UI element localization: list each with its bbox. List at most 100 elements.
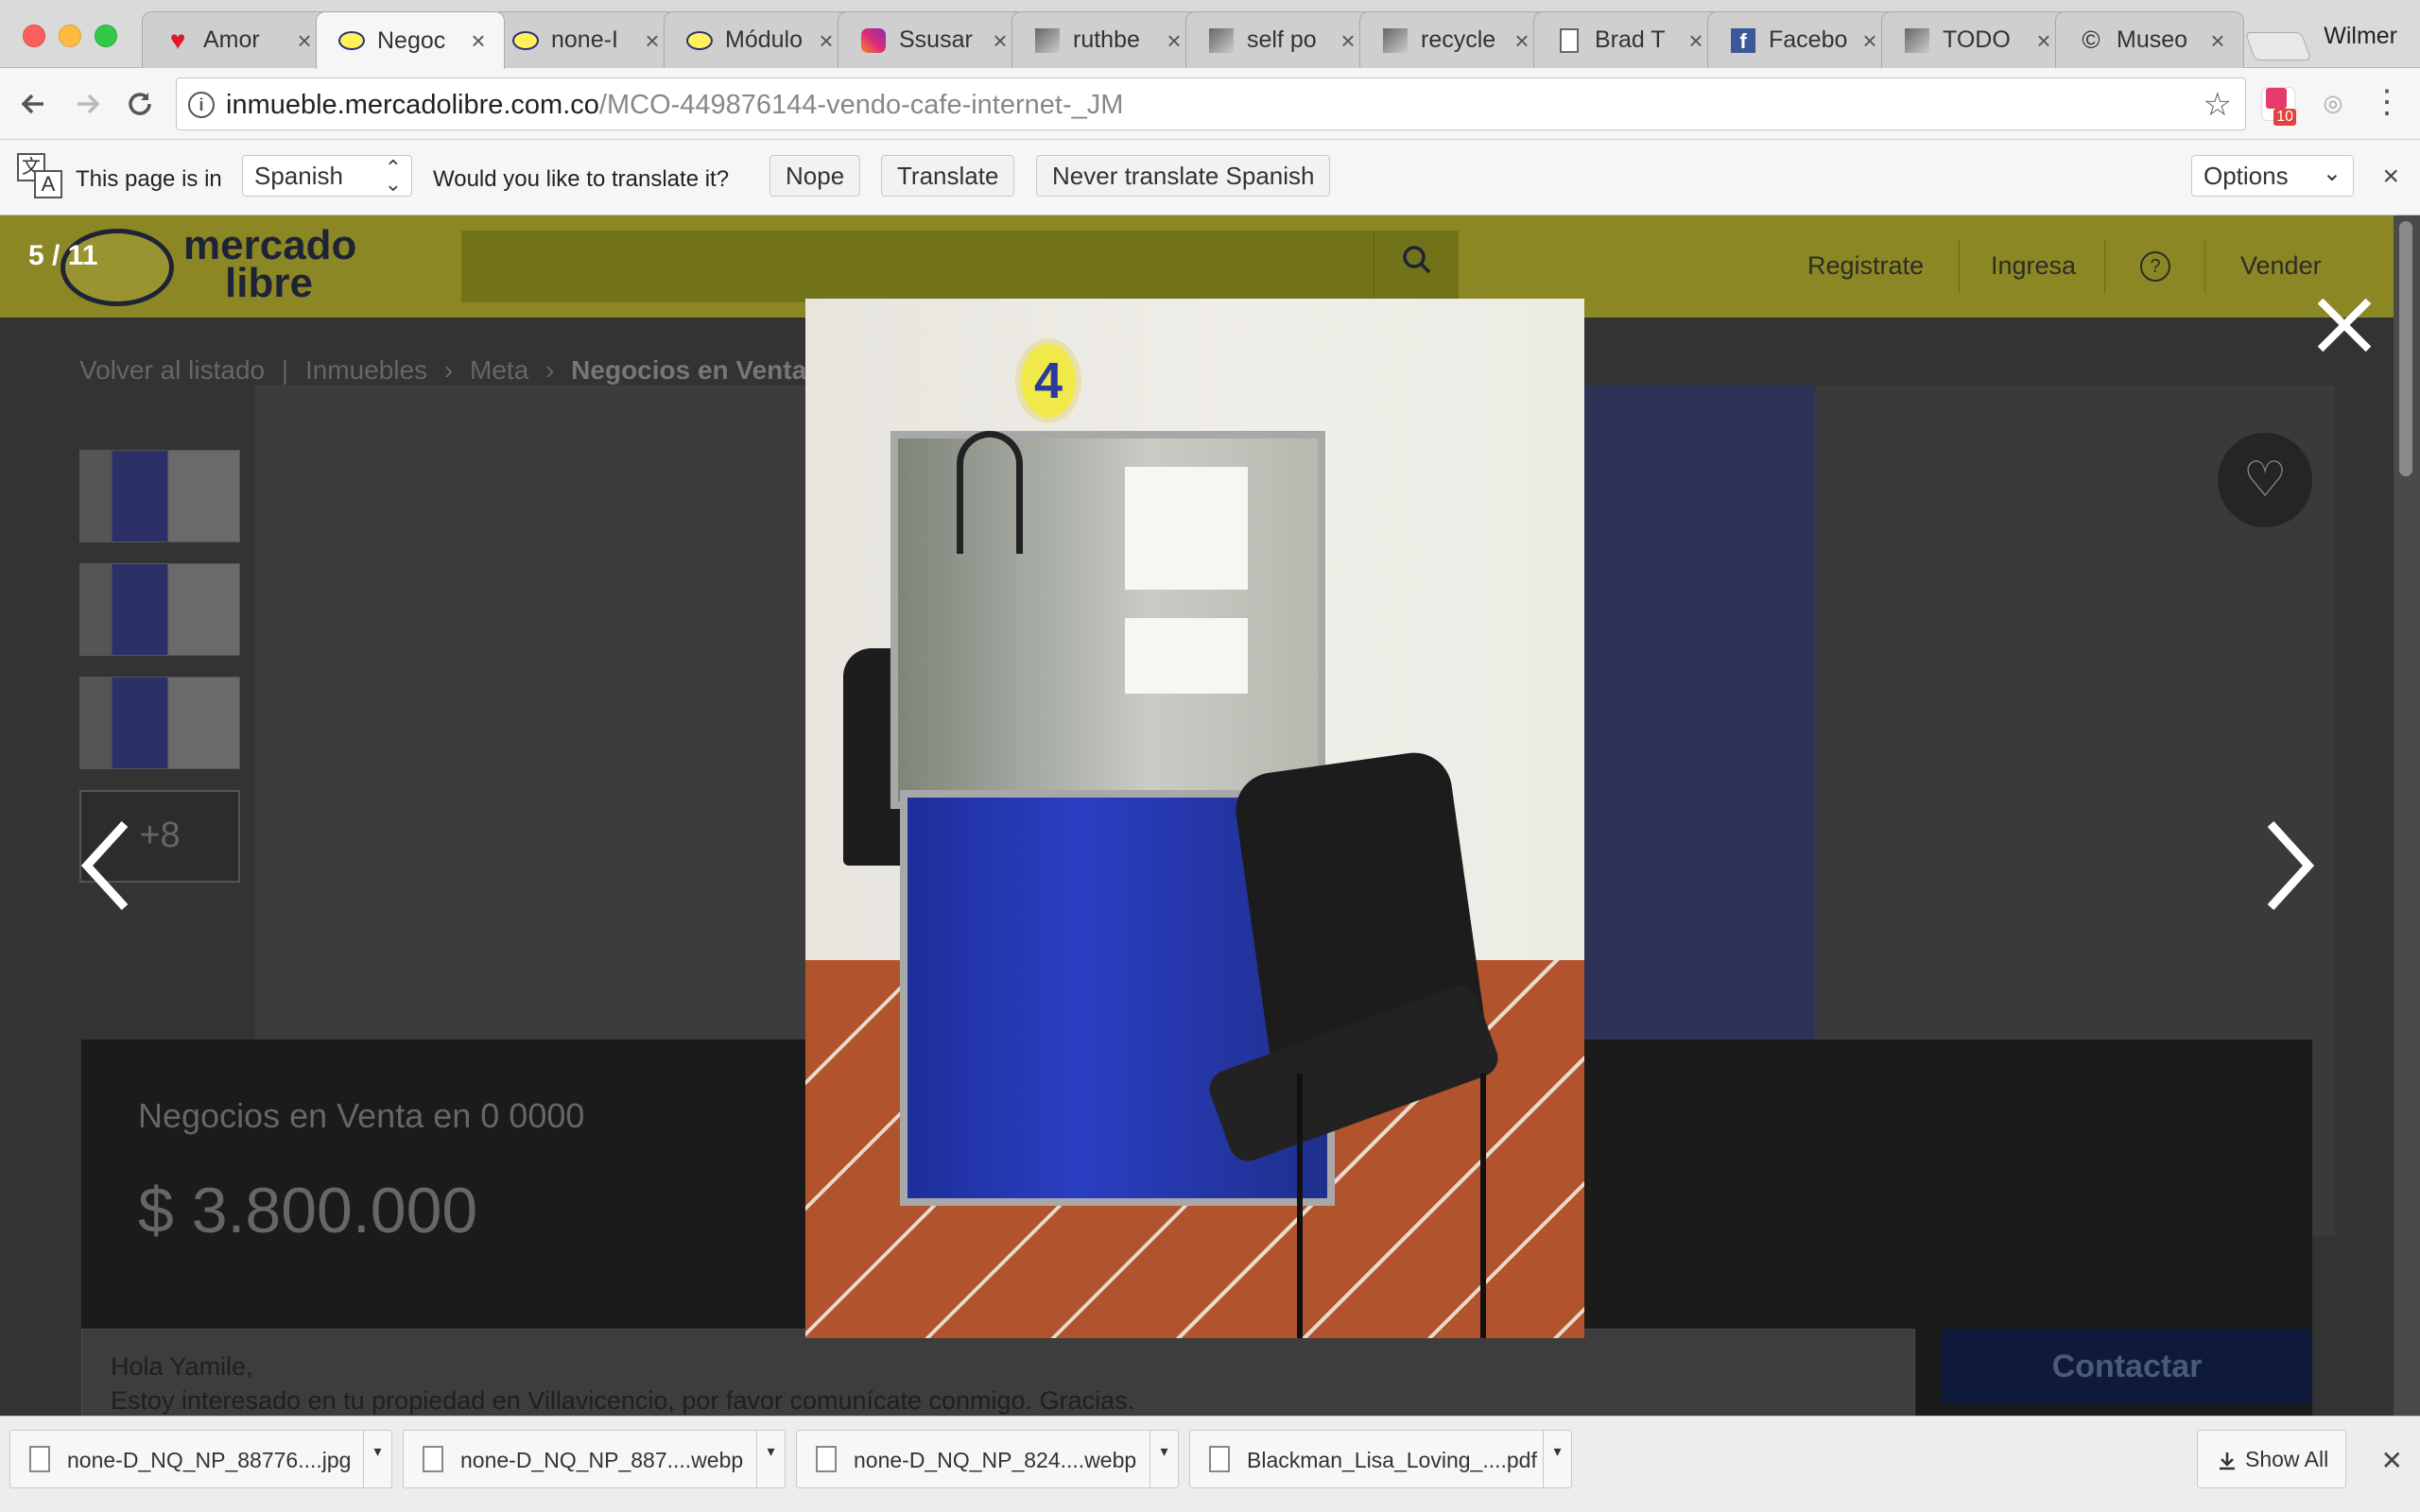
- select-arrows-icon: ⌃ ⌄: [384, 156, 402, 196]
- tab-close-icon[interactable]: ×: [2031, 28, 2056, 53]
- contact-button[interactable]: Contactar: [1942, 1329, 2312, 1404]
- gallery-thumbnail[interactable]: [79, 450, 240, 542]
- lightbox-close-icon[interactable]: [2307, 287, 2382, 363]
- browser-tab[interactable]: ♥ Amor ×: [142, 11, 331, 68]
- download-menu-caret-icon[interactable]: ▾: [756, 1431, 785, 1487]
- browser-tab[interactable]: self po ×: [1185, 11, 1374, 68]
- site-info-icon[interactable]: i: [188, 92, 215, 118]
- browser-tab[interactable]: recycle ×: [1359, 11, 1548, 68]
- browser-tab[interactable]: ruthbe ×: [1011, 11, 1201, 68]
- photo-icon: [1381, 26, 1409, 55]
- help-icon[interactable]: ?: [2140, 251, 2170, 282]
- mercadolibre-icon: [685, 26, 714, 55]
- window-zoom-button[interactable]: [95, 25, 117, 47]
- tab-close-icon[interactable]: ×: [292, 28, 317, 53]
- url-text[interactable]: inmueble.mercadolibre.com.co/MCO-4498761…: [226, 90, 1123, 121]
- breadcrumb-meta[interactable]: Meta: [470, 355, 528, 385]
- page-scrollbar[interactable]: [2394, 215, 2420, 1416]
- show-all-downloads-button[interactable]: Show All: [2197, 1430, 2346, 1488]
- tab-title: Facebo: [1769, 26, 1848, 53]
- back-button[interactable]: [15, 85, 53, 123]
- window-minimize-button[interactable]: [59, 25, 81, 47]
- download-menu-caret-icon[interactable]: ▾: [363, 1431, 391, 1487]
- site-search-input[interactable]: [461, 231, 1459, 302]
- never-translate-button[interactable]: Never translate Spanish: [1036, 155, 1331, 197]
- translate-button[interactable]: Translate: [881, 155, 1015, 197]
- heart-icon: ♥: [169, 25, 186, 55]
- favorite-heart-icon[interactable]: ♡: [2218, 433, 2312, 527]
- search-button[interactable]: [1374, 231, 1459, 302]
- download-shelf-close-icon[interactable]: ✕: [2381, 1445, 2403, 1476]
- browser-tab[interactable]: TODO ×: [1881, 11, 2070, 68]
- bookmark-star-icon[interactable]: ☆: [2204, 86, 2232, 124]
- tab-close-icon[interactable]: ×: [814, 28, 838, 53]
- new-tab-button[interactable]: [2244, 32, 2312, 60]
- tab-title: Amor: [203, 26, 260, 53]
- window-close-button[interactable]: [23, 25, 45, 47]
- nope-button[interactable]: Nope: [769, 155, 861, 197]
- gallery-thumbnail[interactable]: [79, 677, 240, 769]
- translate-bar: 文 A This page is in Spanish ⌃ ⌄ Would you…: [0, 140, 2420, 215]
- download-menu-caret-icon[interactable]: ▾: [1543, 1431, 1571, 1487]
- download-item[interactable]: none-D_NQ_NP_88776....jpg ▾: [9, 1430, 392, 1488]
- download-item[interactable]: Blackman_Lisa_Loving_....pdf ▾: [1189, 1430, 1572, 1488]
- tab-close-icon[interactable]: ×: [2205, 28, 2230, 53]
- tab-close-icon[interactable]: ×: [1336, 28, 1360, 53]
- message-textarea[interactable]: Hola Yamile, Estoy interesado en tu prop…: [81, 1329, 1915, 1416]
- forward-arrow-icon: [78, 94, 100, 114]
- photo-icon: [1033, 26, 1062, 55]
- tab-close-icon[interactable]: ×: [1510, 28, 1534, 53]
- browser-toolbar: i inmueble.mercadolibre.com.co/MCO-44987…: [0, 68, 2420, 140]
- tab-close-icon[interactable]: ×: [640, 28, 665, 53]
- tab-close-icon[interactable]: ×: [988, 28, 1012, 53]
- browser-tab[interactable]: Ssusar ×: [838, 11, 1027, 68]
- sell-link[interactable]: Vender: [2240, 251, 2322, 281]
- file-icon: [816, 1446, 837, 1472]
- mercadolibre-logo[interactable]: mercado libre: [60, 225, 372, 310]
- browser-tab[interactable]: f Facebo ×: [1707, 11, 1896, 68]
- tab-title: none-I: [551, 26, 618, 53]
- browser-tab[interactable]: Módulo ×: [664, 11, 853, 68]
- copyright-icon: ©: [2082, 26, 2100, 54]
- forward-button[interactable]: [68, 85, 106, 123]
- download-item[interactable]: none-D_NQ_NP_887....webp ▾: [403, 1430, 786, 1488]
- browser-tab[interactable]: Brad T ×: [1533, 11, 1722, 68]
- login-link[interactable]: Ingresa: [1991, 251, 2076, 281]
- download-item[interactable]: none-D_NQ_NP_824....webp ▾: [796, 1430, 1179, 1488]
- translate-icon: 文 A: [17, 153, 64, 200]
- browser-tab[interactable]: © Museo ×: [2055, 11, 2244, 68]
- gallery-thumbnail[interactable]: [79, 563, 240, 656]
- breadcrumb-current: Negocios en Venta er: [571, 355, 839, 385]
- tab-strip: ♥ Amor × Negoc × none-I × Módulo × Ssusar × ruthbe ×…: [0, 0, 2420, 69]
- translate-options-select[interactable]: Options ⌄: [2191, 155, 2354, 197]
- scrollbar-thumb[interactable]: [2399, 221, 2412, 476]
- language-select[interactable]: Spanish ⌃ ⌄: [242, 155, 412, 197]
- download-shelf: none-D_NQ_NP_88776....jpg ▾ none-D_NQ_NP_8…: [0, 1416, 2420, 1512]
- reload-icon: [129, 93, 151, 115]
- tab-close-icon[interactable]: ×: [1684, 28, 1708, 53]
- browser-tab[interactable]: none-I ×: [490, 11, 679, 68]
- tab-title: Negoc: [377, 26, 446, 54]
- address-bar[interactable]: i inmueble.mercadolibre.com.co/MCO-44987…: [176, 77, 2246, 130]
- back-to-list-link[interactable]: Volver al listado: [79, 355, 265, 385]
- browser-menu-icon[interactable]: ⋮: [2371, 83, 2403, 121]
- breadcrumb-inmuebles[interactable]: Inmuebles: [305, 355, 427, 385]
- previous-photo-button[interactable]: [78, 818, 134, 913]
- browser-tab[interactable]: Negoc ×: [316, 11, 505, 69]
- message-line-1: Hola Yamile,: [111, 1352, 253, 1381]
- download-menu-caret-icon[interactable]: ▾: [1150, 1431, 1178, 1487]
- tab-close-icon[interactable]: ×: [1858, 28, 1882, 53]
- url-host: inmueble.mercadolibre.com.co: [226, 90, 599, 120]
- url-path: /MCO-449876144-vendo-cafe-internet-_JM: [598, 90, 1124, 120]
- profile-name[interactable]: Wilmer: [2324, 23, 2397, 50]
- download-filename: none-D_NQ_NP_88776....jpg: [67, 1448, 352, 1472]
- reload-button[interactable]: [121, 85, 159, 123]
- tab-close-icon[interactable]: ×: [1162, 28, 1186, 53]
- next-photo-button[interactable]: [2261, 818, 2318, 913]
- extension-badge-icon[interactable]: 10: [2261, 87, 2296, 126]
- photo-counter: 5 / 11: [28, 240, 98, 271]
- register-link[interactable]: Registrate: [1807, 251, 1924, 281]
- extension-icon[interactable]: ◎: [2316, 87, 2350, 121]
- tab-close-icon[interactable]: ×: [466, 28, 491, 53]
- translate-bar-close-icon[interactable]: ×: [2382, 161, 2399, 193]
